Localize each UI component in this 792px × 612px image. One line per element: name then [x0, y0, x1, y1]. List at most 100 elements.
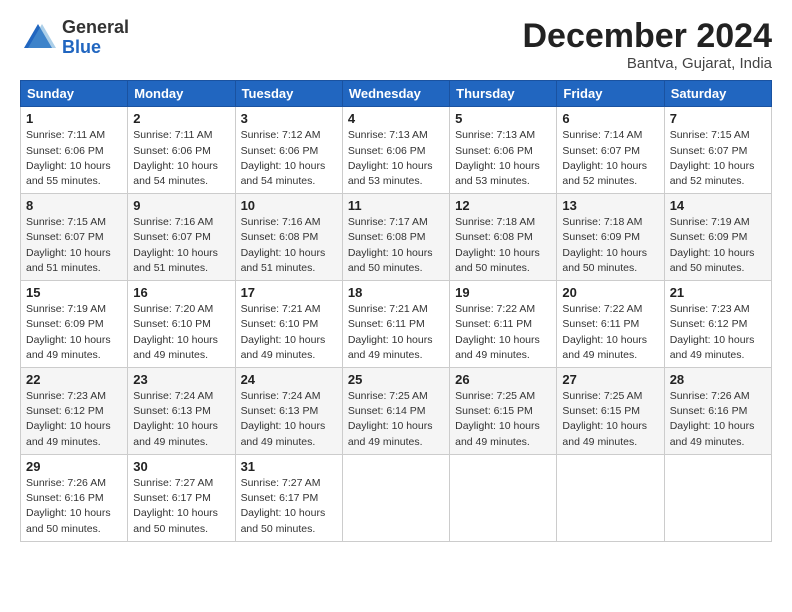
day-number: 20: [562, 285, 658, 300]
calendar-cell: 22 Sunrise: 7:23 AMSunset: 6:12 PMDayligh…: [21, 368, 128, 455]
day-number: 8: [26, 198, 122, 213]
calendar-cell: 13 Sunrise: 7:18 AMSunset: 6:09 PMDayligh…: [557, 194, 664, 281]
day-info: Sunrise: 7:22 AMSunset: 6:11 PMDaylight:…: [455, 302, 551, 363]
day-info: Sunrise: 7:13 AMSunset: 6:06 PMDaylight:…: [455, 128, 551, 189]
day-info: Sunrise: 7:21 AMSunset: 6:11 PMDaylight:…: [348, 302, 444, 363]
day-info: Sunrise: 7:25 AMSunset: 6:15 PMDaylight:…: [455, 389, 551, 450]
day-info: Sunrise: 7:13 AMSunset: 6:06 PMDaylight:…: [348, 128, 444, 189]
day-info: Sunrise: 7:19 AMSunset: 6:09 PMDaylight:…: [670, 215, 766, 276]
calendar-cell: 15Sunrise: 7:19 AMSunset: 6:09 PMDayligh…: [21, 281, 128, 368]
day-info: Sunrise: 7:23 AMSunset: 6:12 PMDaylight:…: [26, 389, 122, 450]
calendar-cell: 19 Sunrise: 7:22 AMSunset: 6:11 PMDayligh…: [450, 281, 557, 368]
calendar-cell: 12 Sunrise: 7:18 AMSunset: 6:08 PMDayligh…: [450, 194, 557, 281]
location: Bantva, Gujarat, India: [522, 55, 772, 72]
day-info: Sunrise: 7:21 AMSunset: 6:10 PMDaylight:…: [241, 302, 337, 363]
day-info: Sunrise: 7:14 AMSunset: 6:07 PMDaylight:…: [562, 128, 658, 189]
calendar-cell: 3Sunrise: 7:12 AMSunset: 6:06 PMDaylight…: [235, 107, 342, 194]
day-number: 23: [133, 372, 229, 387]
calendar-cell: 26 Sunrise: 7:25 AMSunset: 6:15 PMDayligh…: [450, 368, 557, 455]
day-number: 28: [670, 372, 766, 387]
header: General Blue December 2024 Bantva, Gujar…: [20, 18, 772, 72]
day-number: 2: [133, 111, 229, 126]
calendar-cell: 2 Sunrise: 7:11 AMSunset: 6:06 PMDaylight…: [128, 107, 235, 194]
day-info: Sunrise: 7:18 AMSunset: 6:09 PMDaylight:…: [562, 215, 658, 276]
day-number: 31: [241, 459, 337, 474]
day-number: 1: [26, 111, 122, 126]
day-info: Sunrise: 7:24 AMSunset: 6:13 PMDaylight:…: [241, 389, 337, 450]
logo-general: General: [62, 18, 129, 38]
day-number: 16: [133, 285, 229, 300]
day-info: Sunrise: 7:25 AMSunset: 6:14 PMDaylight:…: [348, 389, 444, 450]
calendar-cell: 29 Sunrise: 7:26 AMSunset: 6:16 PMDayligh…: [21, 454, 128, 541]
day-number: 30: [133, 459, 229, 474]
day-number: 6: [562, 111, 658, 126]
day-number: 26: [455, 372, 551, 387]
day-number: 4: [348, 111, 444, 126]
day-info: Sunrise: 7:17 AMSunset: 6:08 PMDaylight:…: [348, 215, 444, 276]
day-info: Sunrise: 7:22 AMSunset: 6:11 PMDaylight:…: [562, 302, 658, 363]
weekday-header-sunday: Sunday: [21, 81, 128, 107]
day-number: 7: [670, 111, 766, 126]
calendar-week-row: 22 Sunrise: 7:23 AMSunset: 6:12 PMDayligh…: [21, 368, 772, 455]
calendar-cell: [342, 454, 449, 541]
calendar-cell: 10Sunrise: 7:16 AMSunset: 6:08 PMDayligh…: [235, 194, 342, 281]
logo-icon: [20, 20, 56, 56]
calendar-cell: 11 Sunrise: 7:17 AMSunset: 6:08 PMDayligh…: [342, 194, 449, 281]
calendar-cell: 20 Sunrise: 7:22 AMSunset: 6:11 PMDayligh…: [557, 281, 664, 368]
day-number: 21: [670, 285, 766, 300]
day-info: Sunrise: 7:20 AMSunset: 6:10 PMDaylight:…: [133, 302, 229, 363]
day-info: Sunrise: 7:23 AMSunset: 6:12 PMDaylight:…: [670, 302, 766, 363]
day-info: Sunrise: 7:26 AMSunset: 6:16 PMDaylight:…: [26, 476, 122, 537]
logo-text: General Blue: [62, 18, 129, 58]
calendar-cell: 23Sunrise: 7:24 AMSunset: 6:13 PMDayligh…: [128, 368, 235, 455]
logo: General Blue: [20, 18, 129, 58]
day-info: Sunrise: 7:27 AMSunset: 6:17 PMDaylight:…: [241, 476, 337, 537]
calendar-week-row: 8Sunrise: 7:15 AMSunset: 6:07 PMDaylight…: [21, 194, 772, 281]
day-info: Sunrise: 7:27 AMSunset: 6:17 PMDaylight:…: [133, 476, 229, 537]
day-number: 10: [241, 198, 337, 213]
calendar-cell: 17 Sunrise: 7:21 AMSunset: 6:10 PMDayligh…: [235, 281, 342, 368]
calendar-cell: 24 Sunrise: 7:24 AMSunset: 6:13 PMDayligh…: [235, 368, 342, 455]
day-info: Sunrise: 7:15 AMSunset: 6:07 PMDaylight:…: [670, 128, 766, 189]
day-number: 15: [26, 285, 122, 300]
month-title: December 2024: [522, 18, 772, 55]
calendar-body: 1 Sunrise: 7:11 AMSunset: 6:06 PMDaylight…: [21, 107, 772, 541]
calendar-cell: 4 Sunrise: 7:13 AMSunset: 6:06 PMDaylight…: [342, 107, 449, 194]
page: General Blue December 2024 Bantva, Gujar…: [0, 0, 792, 554]
day-number: 22: [26, 372, 122, 387]
day-number: 14: [670, 198, 766, 213]
calendar-cell: [557, 454, 664, 541]
weekday-header-wednesday: Wednesday: [342, 81, 449, 107]
weekday-header-row: SundayMondayTuesdayWednesdayThursdayFrid…: [21, 81, 772, 107]
day-number: 29: [26, 459, 122, 474]
calendar-header: SundayMondayTuesdayWednesdayThursdayFrid…: [21, 81, 772, 107]
calendar-cell: [664, 454, 771, 541]
day-number: 3: [241, 111, 337, 126]
calendar-cell: 27Sunrise: 7:25 AMSunset: 6:15 PMDayligh…: [557, 368, 664, 455]
calendar-cell: 30 Sunrise: 7:27 AMSunset: 6:17 PMDayligh…: [128, 454, 235, 541]
calendar-cell: 8Sunrise: 7:15 AMSunset: 6:07 PMDaylight…: [21, 194, 128, 281]
title-block: December 2024 Bantva, Gujarat, India: [522, 18, 772, 72]
day-number: 11: [348, 198, 444, 213]
weekday-header-tuesday: Tuesday: [235, 81, 342, 107]
day-number: 24: [241, 372, 337, 387]
calendar-week-row: 15Sunrise: 7:19 AMSunset: 6:09 PMDayligh…: [21, 281, 772, 368]
day-info: Sunrise: 7:26 AMSunset: 6:16 PMDaylight:…: [670, 389, 766, 450]
calendar-cell: 1 Sunrise: 7:11 AMSunset: 6:06 PMDaylight…: [21, 107, 128, 194]
day-number: 5: [455, 111, 551, 126]
calendar-cell: 16 Sunrise: 7:20 AMSunset: 6:10 PMDayligh…: [128, 281, 235, 368]
day-info: Sunrise: 7:11 AMSunset: 6:06 PMDaylight:…: [26, 128, 122, 189]
day-info: Sunrise: 7:18 AMSunset: 6:08 PMDaylight:…: [455, 215, 551, 276]
day-number: 12: [455, 198, 551, 213]
day-info: Sunrise: 7:25 AMSunset: 6:15 PMDaylight:…: [562, 389, 658, 450]
day-number: 13: [562, 198, 658, 213]
day-number: 9: [133, 198, 229, 213]
weekday-header-friday: Friday: [557, 81, 664, 107]
calendar-cell: 7 Sunrise: 7:15 AMSunset: 6:07 PMDaylight…: [664, 107, 771, 194]
calendar-cell: 25Sunrise: 7:25 AMSunset: 6:14 PMDayligh…: [342, 368, 449, 455]
day-number: 17: [241, 285, 337, 300]
day-number: 19: [455, 285, 551, 300]
day-info: Sunrise: 7:11 AMSunset: 6:06 PMDaylight:…: [133, 128, 229, 189]
calendar-cell: 6 Sunrise: 7:14 AMSunset: 6:07 PMDaylight…: [557, 107, 664, 194]
weekday-header-saturday: Saturday: [664, 81, 771, 107]
